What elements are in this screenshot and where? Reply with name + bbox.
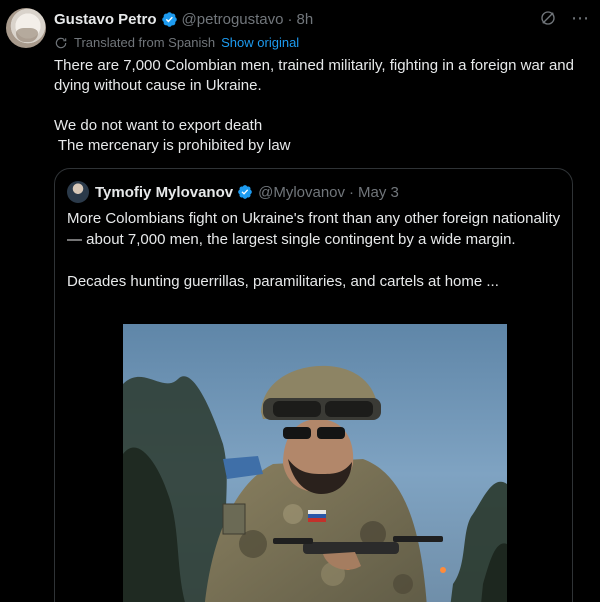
translated-label: Translated from Spanish <box>74 35 216 50</box>
tweet-text-para1: There are 7,000 Colombian men, trained m… <box>54 57 574 94</box>
quote-header: Tymofiy Mylovanov @Mylovanov · May 3 <box>67 181 399 203</box>
quoted-tweet[interactable]: Tymofiy Mylovanov @Mylovanov · May 3 Mor… <box>54 168 573 602</box>
separator-dot: · <box>349 183 355 201</box>
grok-icon[interactable] <box>539 9 557 27</box>
tweet-text-para2-line2: The mercenary is prohibited by law <box>54 137 291 154</box>
quote-author-avatar <box>67 181 89 203</box>
author-avatar[interactable] <box>6 8 46 48</box>
quote-text-para2: Decades hunting guerrillas, paramilitari… <box>67 273 499 290</box>
quote-body: More Colombians fight on Ukraine's front… <box>67 208 562 292</box>
translate-icon <box>55 37 67 48</box>
soldier-photo-illustration <box>123 324 507 602</box>
separator-dot: · <box>287 10 293 28</box>
more-icon[interactable]: ⋯ <box>571 9 590 27</box>
author-name[interactable]: Gustavo Petro <box>54 11 157 28</box>
quote-date: May 3 <box>358 183 399 201</box>
tweet-text-para2-line1: We do not want to export death <box>54 117 263 134</box>
quote-media-image[interactable] <box>123 324 507 602</box>
tweet-header: Gustavo Petro @petrogustavo · 8h ⋯ <box>54 9 590 29</box>
tweet-time[interactable]: 8h <box>296 11 313 28</box>
tweet-body: There are 7,000 Colombian men, trained m… <box>54 56 584 156</box>
author-handle[interactable]: @petrogustavo <box>182 11 284 28</box>
verified-badge-icon <box>161 11 177 27</box>
show-original-link[interactable]: Show original <box>221 35 299 50</box>
quote-author-name: Tymofiy Mylovanov <box>95 183 234 201</box>
header-actions: ⋯ <box>539 9 590 27</box>
quote-author-handle: @Mylovanov <box>258 183 346 201</box>
verified-badge-icon <box>238 185 252 199</box>
quote-text-para1: More Colombians fight on Ukraine's front… <box>67 210 561 248</box>
translation-bar: Translated from Spanish Show original <box>54 35 299 50</box>
